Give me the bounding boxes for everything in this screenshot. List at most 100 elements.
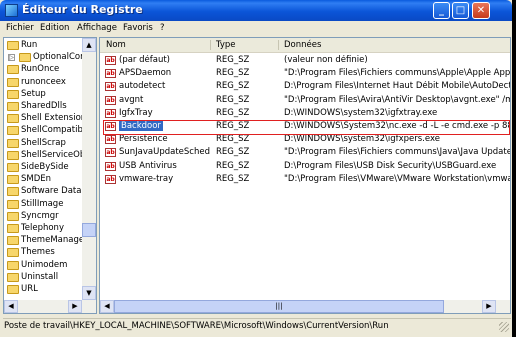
value-name: (par défaut) <box>119 55 170 65</box>
tree-scroll-thumb[interactable] <box>82 223 96 237</box>
folder-icon <box>7 102 19 111</box>
value-row[interactable]: ab (par défaut) REG_SZ (valeur non définie) <box>100 55 510 67</box>
folder-icon <box>7 272 19 282</box>
registry-key-tree[interactable]: Run ▷ OptionalCom RunOnce runonceex Setup Shar… <box>3 37 97 314</box>
value-row[interactable]: ab autodetect REG_SZ D:\Program Files\Inter… <box>100 81 511 93</box>
column-header-nom[interactable]: Nom <box>106 40 126 50</box>
tree-item-label: Run <box>21 40 38 50</box>
tree-item-label: RunOnce <box>21 64 60 75</box>
folder-icon <box>7 114 19 124</box>
scroll-right-arrow-icon[interactable]: ▶ <box>68 300 82 313</box>
value-row[interactable]: ab vmware-tray REG_SZ "D:\Program Files\VMw… <box>100 173 510 186</box>
value-row[interactable]: ab Persistence REG_SZ D:\WINDOWS\system32\i… <box>100 134 510 146</box>
value-name: USB Antivirus <box>119 160 177 171</box>
value-data: "D:\Program Files\Avira\AntiVir Desktop\… <box>284 94 511 105</box>
value-type: REG_SZ <box>216 147 250 158</box>
maximize-button[interactable]: □ <box>452 2 469 19</box>
value-name: SunJavaUpdateSched <box>119 147 210 158</box>
menu-edition[interactable]: Edition <box>40 23 69 33</box>
tree-item-label: StillImage <box>21 198 64 209</box>
folder-icon <box>7 199 19 209</box>
tree-item-label: runonceex <box>21 76 66 87</box>
value-type: REG_SZ <box>216 173 250 184</box>
string-value-icon: ab <box>105 95 116 105</box>
menu-favoris[interactable]: Favoris <box>123 23 153 33</box>
value-row[interactable]: ab IgfxTray REG_SZ D:\WINDOWS\system32\igfx… <box>100 107 510 120</box>
tree-item-label: OptionalCom <box>33 52 89 63</box>
value-row[interactable]: ab APSDaemon REG_SZ "D:\Program Files\Fichi… <box>100 68 511 80</box>
column-header-donnees[interactable]: Données <box>284 40 321 50</box>
folder-icon <box>7 285 19 294</box>
value-data: D:\WINDOWS\system32\igfxpers.exe <box>284 134 440 145</box>
tree-item-label: Uninstall <box>21 271 59 282</box>
string-value-icon: ab <box>105 56 116 65</box>
value-type: REG_SZ <box>216 55 250 65</box>
menu-affichage[interactable]: Affichage <box>77 23 117 33</box>
folder-icon <box>7 163 19 172</box>
value-data: D:\Program Files\Internet Haut Débit Mob… <box>284 81 511 92</box>
value-data: (valeur non définie) <box>284 55 368 65</box>
list-header: Nom Type Données <box>100 38 510 53</box>
string-value-icon: ab <box>105 148 116 158</box>
tree-item-label: ShellScrap <box>21 137 66 148</box>
list-horizontal-scrollbar[interactable]: ◀ ||| ▶ <box>100 300 510 313</box>
value-name: vmware-tray <box>119 173 174 184</box>
string-value-icon: ab <box>105 174 116 184</box>
tree-item-label: URL <box>21 284 38 294</box>
value-row[interactable]: ab avgnt REG_SZ "D:\Program Files\Avira\Ant… <box>100 94 511 107</box>
value-data: "D:\Program Files\Fichiers communs\Apple… <box>284 68 511 79</box>
scroll-left-arrow-icon[interactable]: ◀ <box>100 300 114 313</box>
status-path: Poste de travail\HKEY_LOCAL_MACHINE\SOFT… <box>4 321 389 331</box>
title-bar[interactable]: Éditeur du Registre _ □ ✕ <box>0 0 512 21</box>
folder-icon <box>7 260 19 270</box>
tree-item-label: SMDEn <box>21 174 52 185</box>
folder-icon <box>7 248 19 258</box>
tree-item-label: Setup <box>21 88 46 99</box>
folder-icon <box>7 236 19 246</box>
tree-item-label: Telephony <box>21 223 64 233</box>
folder-icon <box>19 53 31 63</box>
tree-item-label: Shell Extensions <box>21 113 91 124</box>
folder-icon <box>7 77 19 87</box>
values-list[interactable]: Nom Type Données ab (par défaut) REG_SZ (va… <box>99 37 511 314</box>
column-header-type[interactable]: Type <box>216 40 236 50</box>
value-type: REG_SZ <box>216 107 250 118</box>
registry-editor-window: Éditeur du Registre _ □ ✕ Fichier Editio… <box>0 0 514 337</box>
scroll-up-arrow-icon[interactable]: ▲ <box>82 38 96 52</box>
folder-icon <box>7 41 19 50</box>
menu-help[interactable]: ? <box>160 23 165 33</box>
tree-item-label: Software Data <box>21 186 82 197</box>
tree-vertical-scrollbar[interactable]: ▲ ▼ <box>82 38 96 300</box>
value-data: D:\WINDOWS\system32\igfxtray.exe <box>284 107 438 118</box>
value-row[interactable]: ab USB Antivirus REG_SZ D:\Program Files\US… <box>100 160 510 173</box>
tree-item-label: Unimodem <box>21 259 68 270</box>
scroll-left-arrow-icon[interactable]: ◀ <box>4 300 18 313</box>
value-data: D:\Program Files\USB Disk Security\USBGu… <box>284 160 497 171</box>
menu-bar: Fichier Edition Affichage Favoris ? <box>3 21 511 36</box>
expand-icon[interactable]: ▷ <box>8 54 15 62</box>
tree-item-label: SideBySide <box>21 162 69 172</box>
value-data: "D:\Program Files\Fichiers communs\Java\… <box>284 147 511 158</box>
resize-grip-icon[interactable] <box>499 322 509 332</box>
tree-horizontal-scrollbar[interactable]: ◀ ▶ <box>4 300 96 313</box>
folder-icon <box>7 224 19 233</box>
menu-fichier[interactable]: Fichier <box>6 23 34 33</box>
folder-icon <box>7 138 19 148</box>
scroll-down-arrow-icon[interactable]: ▼ <box>82 286 96 300</box>
value-name: IgfxTray <box>119 107 153 118</box>
scroll-right-arrow-icon[interactable]: ▶ <box>482 300 496 313</box>
folder-icon <box>7 65 19 75</box>
highlight-box <box>103 120 510 135</box>
value-type: REG_SZ <box>216 160 250 171</box>
string-value-icon: ab <box>105 69 116 79</box>
list-scroll-thumb[interactable]: ||| <box>114 300 444 313</box>
value-type: REG_SZ <box>216 81 250 92</box>
value-row[interactable]: ab SunJavaUpdateSched REG_SZ "D:\Program Fi… <box>100 147 511 159</box>
minimize-button[interactable]: _ <box>433 2 450 19</box>
window-title: Éditeur du Registre <box>22 3 143 16</box>
folder-icon <box>7 89 19 99</box>
close-button[interactable]: ✕ <box>472 2 490 19</box>
folder-icon <box>7 211 19 221</box>
tree-item-label: ThemeManager <box>21 235 88 246</box>
value-name: avgnt <box>119 94 144 105</box>
